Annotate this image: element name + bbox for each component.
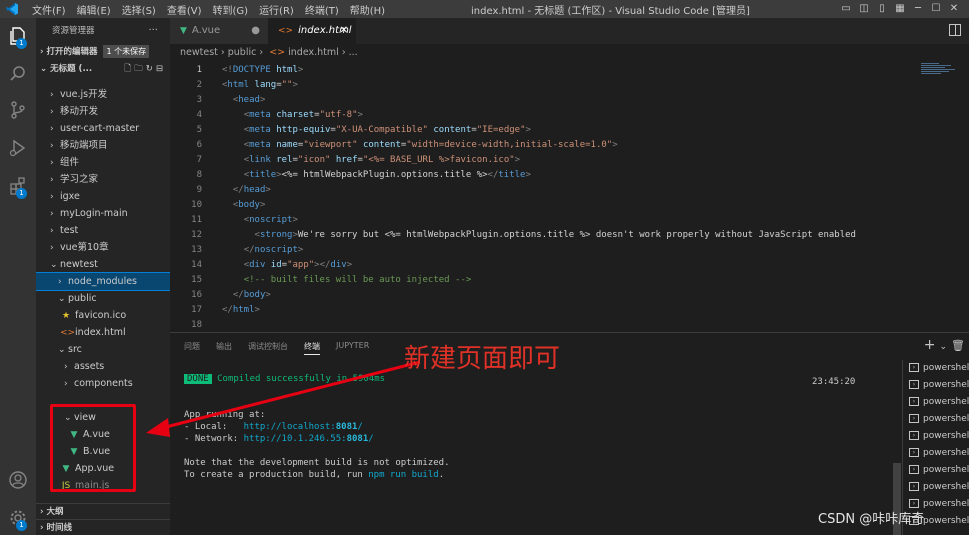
annotation-arrow-icon [146,360,421,437]
annotation-text: 新建页面即可 [404,344,561,374]
vscode-window: 文件(F) 编辑(E) 选择(S) 查看(V) 转到(G) 运行(R) 终端(T… [0,0,969,535]
csdn-watermark: CSDN @咔咔库奇 [818,512,925,527]
